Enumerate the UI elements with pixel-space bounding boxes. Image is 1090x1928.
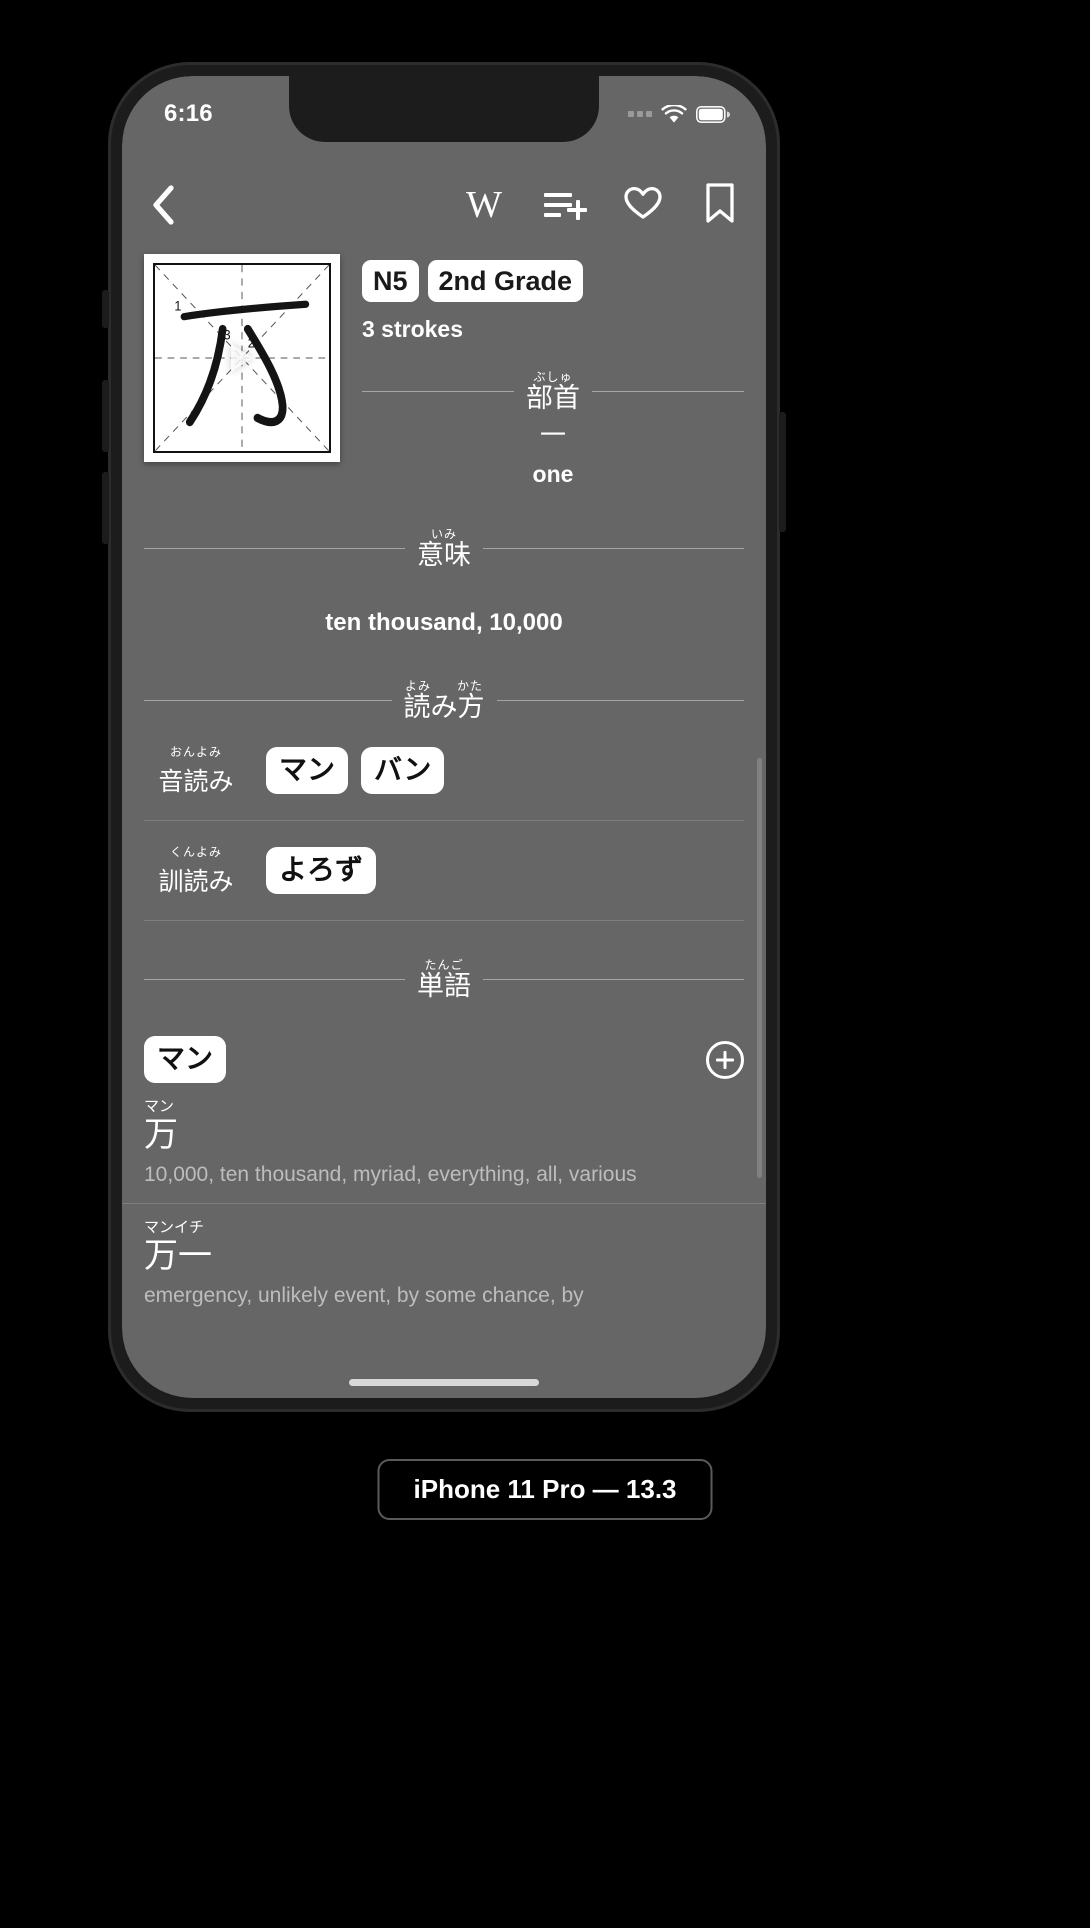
play-triangle-icon [231, 344, 253, 372]
vocabulary-entry[interactable]: マンイチ 万一 emergency, unlikely event, by so… [122, 1202, 766, 1310]
onyomi-label: おんよみ 音読み [144, 743, 248, 798]
meaning-text: ten thousand, 10,000 [325, 608, 563, 636]
stroke-count: 3 strokes [362, 316, 464, 343]
status-time: 6:16 [164, 100, 213, 127]
readings-section-header: よみ かた 読み方 [144, 680, 744, 721]
onyomi-label-text: 音読み [158, 767, 234, 797]
vocabulary-furigana: たんご [424, 958, 464, 973]
onyomi-pill[interactable]: バン [361, 747, 445, 795]
home-indicator[interactable] [349, 1379, 539, 1386]
nav-actions: W [466, 182, 736, 229]
vocabulary-controls: マン [122, 1000, 766, 1083]
rule-left [144, 700, 392, 702]
vocabulary-entry-definition: emergency, unlikely event, by some chanc… [144, 1283, 584, 1307]
kunyomi-label-text: 訓読み [158, 867, 234, 897]
svg-text:1: 1 [174, 298, 181, 313]
radical-meaning: one [532, 460, 574, 487]
readings-title-text: 読み方 [403, 692, 485, 724]
onyomi-row: おんよみ 音読み マン バン [144, 721, 744, 822]
wikipedia-button[interactable]: W [466, 186, 502, 224]
device-bezel: 6:16 W 1 3 2 N5 2nd Grade 3 strokes ぶしゅ … [122, 76, 766, 1398]
kanji-badges: N5 2nd Grade [362, 260, 744, 303]
status-bar: 6:16 [122, 76, 766, 142]
vocabulary-entry-reading: マン [144, 1096, 175, 1115]
onyomi-furigana: おんよみ [169, 745, 222, 760]
back-button[interactable] [150, 184, 198, 226]
readings-block: よみ かた 読み方 おんよみ 音読み マン バン くんよみ 訓読み よろず [122, 680, 766, 922]
battery-full-icon [696, 105, 730, 123]
grade-badge: 2nd Grade [427, 260, 584, 303]
meaning-section-header: いみ 意味 [144, 528, 744, 569]
readings-title: よみ かた 読み方 [404, 680, 485, 721]
kunyomi-values: よろず [266, 847, 377, 895]
kunyomi-label: くんよみ 訓読み [144, 843, 248, 898]
vocabulary-block: たんご 単語 [122, 959, 766, 1000]
vocabulary-entry-word: 万 [144, 1114, 178, 1155]
device-caption: iPhone 11 Pro — 13.3 [377, 1459, 713, 1520]
kanji-summary-row: 1 3 2 N5 2nd Grade 3 strokes ぶしゅ 部首 一 on… [122, 238, 766, 488]
radical-title-text: 部首 [526, 383, 580, 415]
list-add-icon [544, 190, 587, 220]
power-button[interactable] [779, 412, 786, 532]
rule-left [362, 391, 514, 393]
bookmark-button[interactable] [704, 182, 736, 229]
kunyomi-row: くんよみ 訓読み よろず [144, 821, 744, 922]
rule-left [144, 979, 405, 981]
add-to-list-button[interactable] [544, 190, 587, 220]
radical-section-header: ぶしゅ 部首 [362, 371, 744, 412]
favorite-button[interactable] [624, 186, 662, 225]
rule-right [483, 547, 744, 549]
vocabulary-title: たんご 単語 [417, 959, 471, 1000]
cellular-dots-icon [628, 111, 652, 117]
bookmark-outline-icon [704, 182, 736, 229]
plus-circle-icon[interactable] [706, 1040, 744, 1079]
radical-furigana: ぶしゅ [533, 370, 573, 385]
vocabulary-title-text: 単語 [417, 971, 471, 1003]
vocabulary-entry-definition: 10,000, ten thousand, myriad, everything… [144, 1163, 637, 1187]
readings-furigana-left: よみ [404, 679, 431, 694]
vocabulary-section-header: たんご 単語 [144, 959, 744, 1000]
rule-right [496, 700, 744, 702]
vocabulary-filter-pill[interactable]: マン [144, 1036, 227, 1083]
vertical-scrollbar[interactable] [757, 758, 762, 1178]
kanji-stroke-grid: 1 3 2 [153, 263, 331, 453]
onyomi-pill[interactable]: マン [266, 747, 349, 795]
kunyomi-furigana: くんよみ [169, 845, 222, 860]
mute-switch[interactable] [102, 290, 109, 328]
rule-right [592, 391, 744, 393]
device-frame: 6:16 W 1 3 2 N5 2nd Grade 3 strokes ぶしゅ … [102, 62, 786, 1412]
jlpt-badge: N5 [362, 260, 419, 303]
vocabulary-entry-word: 万一 [144, 1235, 212, 1276]
onyomi-values: マン バン [266, 747, 445, 795]
volume-down-button[interactable] [102, 472, 109, 544]
navigation-bar: W [122, 172, 766, 238]
meaning-furigana: いみ [430, 526, 457, 541]
heart-outline-icon [624, 186, 662, 225]
vocabulary-entry-reading: マンイチ [144, 1217, 205, 1236]
kanji-meta: N5 2nd Grade 3 strokes ぶしゅ 部首 一 one [362, 254, 744, 488]
screenshot-stage: 6:16 W 1 3 2 N5 2nd Grade 3 strokes ぶしゅ … [0, 0, 1090, 1928]
vocabulary-entry[interactable]: マン 万 10,000, ten thousand, myriad, every… [122, 1083, 766, 1189]
wikipedia-w-icon: W [466, 184, 502, 226]
phone-screen: 6:16 W 1 3 2 N5 2nd Grade 3 strokes ぶしゅ … [122, 76, 766, 1398]
radical-value: 一 one [362, 422, 744, 488]
rule-left [144, 547, 405, 549]
play-stroke-animation-button[interactable] [215, 331, 269, 385]
radical-character: 一 [539, 421, 566, 452]
kanji-stroke-card[interactable]: 1 3 2 [144, 254, 340, 462]
wifi-icon [661, 104, 687, 124]
kanji-detail-scroll[interactable]: 1 3 2 N5 2nd Grade 3 strokes ぶしゅ 部首 一 on… [122, 238, 766, 1398]
chevron-left-icon [150, 184, 176, 226]
meaning-title-text: 意味 [417, 539, 471, 571]
readings-furigana: よみ かた [404, 680, 485, 692]
meaning-block: いみ 意味 ten thousand, 10,000 [122, 528, 766, 638]
kunyomi-pill[interactable]: よろず [266, 847, 377, 895]
volume-up-button[interactable] [102, 380, 109, 452]
meaning-title: いみ 意味 [417, 528, 471, 569]
readings-furigana-right: かた [457, 679, 484, 694]
radical-title: ぶしゅ 部首 [526, 371, 580, 412]
status-indicators [628, 104, 730, 124]
rule-right [483, 979, 744, 981]
